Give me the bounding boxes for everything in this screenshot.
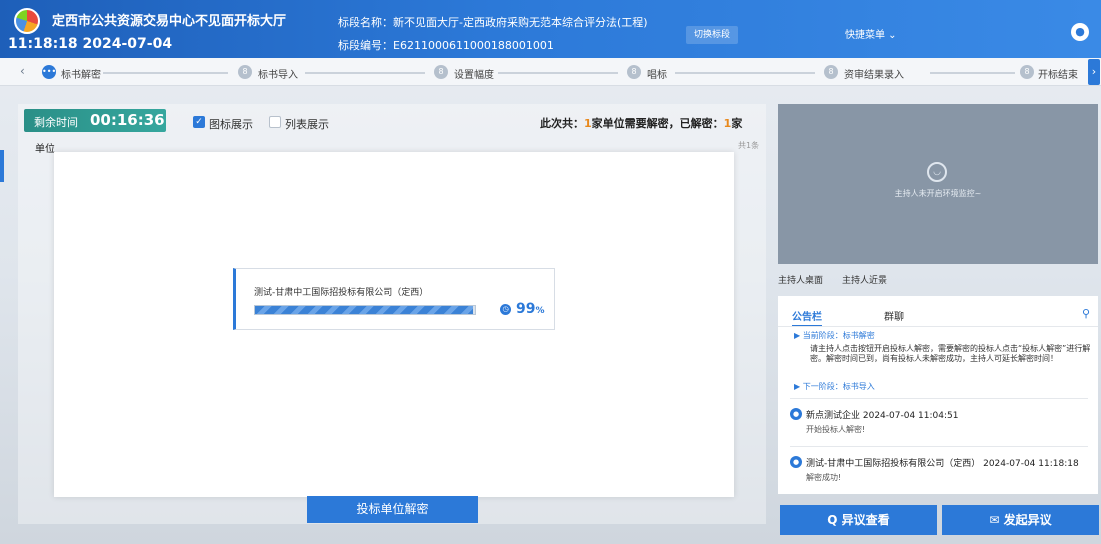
host-video-area: ◡ 主持人未开启环境监控~ bbox=[778, 104, 1098, 264]
unit-column-label: 单位 bbox=[35, 144, 55, 155]
host-view-tabs: 主持人桌面 主持人近景 bbox=[778, 270, 1098, 288]
view-dispute-button[interactable]: Q 异议查看 bbox=[780, 505, 937, 535]
remaining-time-badge: 剩余时间 00:16:36 bbox=[24, 109, 166, 132]
remaining-time-value: 00:16:36 bbox=[90, 111, 165, 129]
step-label-range[interactable]: 设置幅度 bbox=[454, 66, 494, 81]
user-icon: ● bbox=[790, 456, 802, 468]
chevron-left-icon[interactable]: ‹ bbox=[20, 64, 25, 78]
message-header: 测试-甘肃中工国际招投标有限公司（定西） 2024-07-04 11:18:18 bbox=[806, 459, 1079, 469]
step-label-decrypt[interactable]: 标书解密 bbox=[61, 66, 101, 81]
logo-icon bbox=[14, 8, 40, 34]
tab-notice[interactable]: 公告栏 bbox=[792, 308, 822, 327]
notice-panel: 公告栏 群聊 ⚲ ▶ 当前阶段：标书解密 请主持人点击按钮开启投标人解密，需要解… bbox=[778, 296, 1098, 494]
progress-fill bbox=[255, 306, 473, 314]
progress-percent: 99% bbox=[516, 301, 545, 317]
step-icon: 8 bbox=[1020, 65, 1034, 79]
list-view-label[interactable]: 列表展示 bbox=[285, 116, 329, 132]
clock-icon: ◷ bbox=[500, 304, 511, 315]
next-stage: ▶ 下一阶段：标书导入 bbox=[794, 382, 875, 391]
hall-title: 定西市公共资源交易中心不见面开标大厅 bbox=[52, 14, 287, 29]
step-label-qualify[interactable]: 资审结果录入 bbox=[844, 66, 904, 81]
search-icon[interactable]: ⚲ bbox=[1082, 307, 1090, 320]
quick-menu-dropdown[interactable]: 快捷菜单 ⌄ bbox=[845, 26, 897, 41]
raise-dispute-button[interactable]: ✉ 发起异议 bbox=[942, 505, 1099, 535]
step-active-icon: ••• bbox=[42, 65, 56, 79]
decrypt-progress-bar bbox=[254, 305, 476, 315]
process-stepper: ‹ ••• 标书解密 8 标书导入 8 设置幅度 8 唱标 8 资审结果录入 8… bbox=[0, 58, 1101, 86]
tab-group-chat[interactable]: 群聊 bbox=[884, 308, 904, 323]
step-icon: 8 bbox=[434, 65, 448, 79]
switch-bid-button[interactable]: 切换标段 bbox=[686, 26, 738, 44]
remaining-time-label: 剩余时间 bbox=[34, 116, 78, 129]
icon-view-checkbox[interactable]: ✓ bbox=[193, 116, 205, 128]
step-label-end[interactable]: 开标结束 bbox=[1038, 66, 1078, 81]
notice-text: 请主持人点击按钮开启投标人解密，需要解密的投标人点击“投标人解密”进行解密。解密… bbox=[810, 344, 1091, 363]
bid-name: 标段名称：新不见面大厅-定西政府采购无范本综合评分法(工程) bbox=[338, 16, 648, 29]
clock: 11:18:18 2024-07-04 bbox=[8, 36, 173, 52]
step-icon: 8 bbox=[627, 65, 641, 79]
icon-view-label[interactable]: 图标展示 bbox=[209, 116, 253, 132]
chat-icon: ✉ bbox=[989, 513, 1004, 527]
tab-host-desktop[interactable]: 主持人桌面 bbox=[778, 273, 823, 286]
user-avatar-icon[interactable]: ● bbox=[1071, 23, 1089, 41]
step-icon: 8 bbox=[238, 65, 252, 79]
company-name: 测试-甘肃中工国际招投标有限公司（定西） bbox=[254, 288, 429, 298]
list-view-checkbox[interactable] bbox=[269, 116, 281, 128]
video-status-text: 主持人未开启环境监控~ bbox=[894, 189, 982, 198]
message-body: 解密成功! bbox=[806, 473, 842, 482]
chevron-right-icon[interactable]: › bbox=[1088, 59, 1100, 85]
tab-host-closeup[interactable]: 主持人近景 bbox=[842, 273, 887, 286]
current-stage: ▶ 当前阶段：标书解密 bbox=[794, 331, 875, 340]
user-icon: ● bbox=[790, 408, 802, 420]
decrypt-summary: 此次共：1家单位需要解密，已解密：1家 bbox=[540, 117, 743, 130]
step-label-import[interactable]: 标书导入 bbox=[258, 66, 298, 81]
message-body: 开始投标人解密! bbox=[806, 425, 866, 434]
decrypt-card: 测试-甘肃中工国际招投标有限公司（定西） ◷ 99% bbox=[233, 268, 555, 330]
message-header: 新点测试企业 2024-07-04 11:04:51 bbox=[806, 411, 959, 421]
step-label-sing[interactable]: 唱标 bbox=[647, 66, 667, 81]
step-icon: 8 bbox=[824, 65, 838, 79]
top-header: 定西市公共资源交易中心不见面开标大厅 11:18:18 2024-07-04 标… bbox=[0, 0, 1101, 58]
record-count: 共1条 bbox=[738, 141, 760, 150]
camera-off-icon: ◡ bbox=[927, 162, 947, 182]
bidder-decrypt-button[interactable]: 投标单位解密 bbox=[307, 496, 478, 523]
side-indicator bbox=[0, 150, 4, 182]
bid-number: 标段编号：E6211000611000188001001 bbox=[338, 39, 554, 52]
